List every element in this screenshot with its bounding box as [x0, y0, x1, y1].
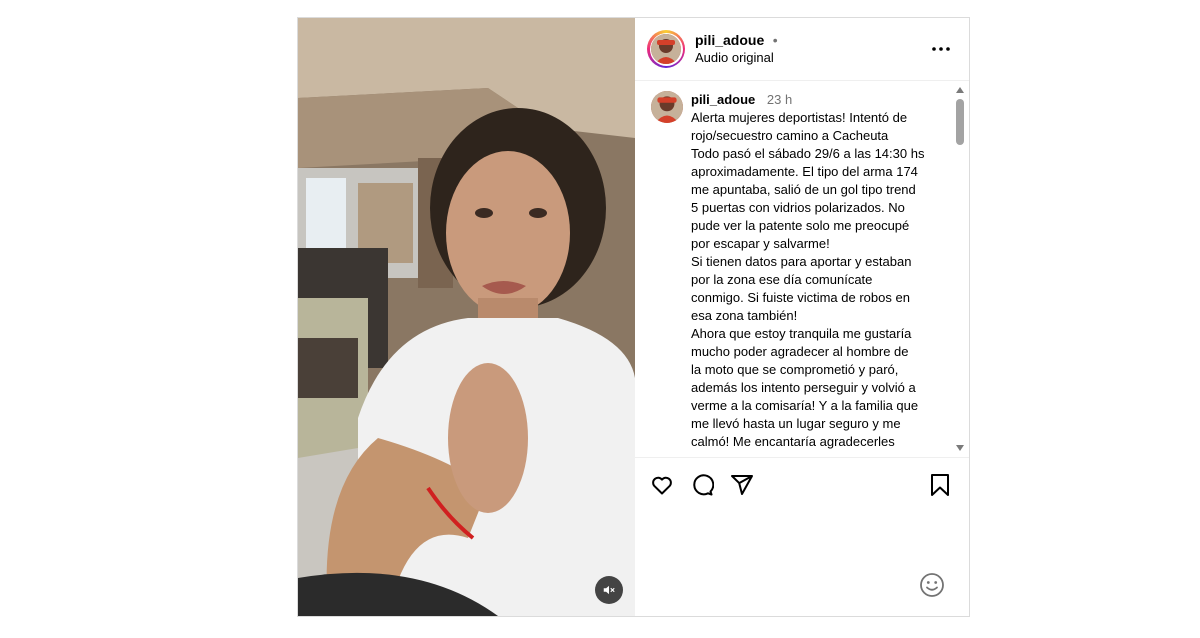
- heart-icon: [652, 476, 672, 494]
- more-icon: [932, 47, 950, 51]
- caption-line: calmó! Me encantaría agradecerles: [691, 434, 895, 449]
- caption-line: rojo/secuestro camino a Cacheuta: [691, 128, 889, 143]
- caption-line: Todo pasó el sábado 29/6 a las 14:30 hs: [691, 146, 925, 161]
- caption-username[interactable]: pili_adoue: [691, 92, 755, 107]
- caption-line: 5 puertas con vidrios polarizados. No: [691, 200, 905, 215]
- header-username[interactable]: pili_adoue: [695, 32, 764, 48]
- video-frame: [298, 18, 635, 616]
- comment-button[interactable]: [689, 472, 715, 498]
- separator-dot: •: [772, 32, 778, 48]
- caption-avatar[interactable]: [651, 91, 683, 123]
- audio-label[interactable]: Audio original: [695, 49, 929, 66]
- comment-composer: [635, 511, 969, 616]
- bookmark-icon: [931, 473, 949, 496]
- caption-line: la moto que se comprometió y paró,: [691, 362, 899, 377]
- caption-line: me llevó hasta un lugar seguro y me: [691, 416, 901, 431]
- emoji-icon: [920, 573, 944, 597]
- post-dialog: pili_adoue • Audio original pili_adoue 2…: [297, 17, 970, 617]
- caption-body: pili_adoue 23 h Alerta mujeres deportist…: [691, 91, 924, 451]
- caption-line: además los intento perseguir y volvió a: [691, 380, 916, 395]
- caption-line: mucho poder agradecer al hombre de: [691, 344, 909, 359]
- header-info: pili_adoue • Audio original: [695, 32, 929, 66]
- emoji-button[interactable]: [919, 572, 945, 598]
- scroll-up-arrow[interactable]: [956, 87, 964, 93]
- caption-line: conmigo. Si fuiste victima de robos en: [691, 290, 910, 305]
- caption-line: me apuntaba, salió de un gol tipo trend: [691, 182, 916, 197]
- muted-speaker-icon: [603, 585, 615, 595]
- more-options-button[interactable]: [929, 37, 953, 61]
- video-player[interactable]: [298, 18, 635, 616]
- caption: pili_adoue 23 h Alerta mujeres deportist…: [651, 91, 943, 451]
- like-button[interactable]: [649, 472, 675, 498]
- scroll-down-arrow[interactable]: [956, 445, 964, 451]
- mute-button[interactable]: [595, 576, 623, 604]
- avatar: [651, 34, 681, 64]
- caption-line: Ahora que estoy tranquila me gustaría: [691, 326, 912, 341]
- comment-icon: [693, 473, 714, 495]
- save-button[interactable]: [927, 472, 953, 498]
- caption-line: por la zona ese día comunícate: [691, 272, 873, 287]
- caption-text: Alerta mujeres deportistas! Intentó de ro…: [691, 109, 924, 451]
- comments-area[interactable]: pili_adoue 23 h Alerta mujeres deportist…: [635, 81, 969, 457]
- post-header: pili_adoue • Audio original: [635, 18, 969, 81]
- story-ring[interactable]: [647, 30, 685, 68]
- caption-line: aproximadamente. El tipo del arma 174: [691, 164, 918, 179]
- share-button[interactable]: [729, 472, 755, 498]
- caption-line: por escapar y salvarme!: [691, 236, 830, 251]
- action-bar: [635, 457, 969, 511]
- caption-line: pude ver la patente solo me preocupé: [691, 218, 910, 233]
- caption-line: Si tienen datos para aportar y estaban: [691, 254, 912, 269]
- caption-time[interactable]: 23 h: [767, 92, 792, 107]
- scroll-thumb[interactable]: [956, 99, 964, 145]
- post-sidebar: pili_adoue • Audio original pili_adoue 2…: [635, 18, 969, 616]
- caption-line: esa zona también!: [691, 308, 798, 323]
- caption-line: Alerta mujeres deportistas! Intentó de: [691, 110, 908, 125]
- comments-scrollbar[interactable]: [953, 83, 967, 455]
- caption-line: verme a la comisaría! Y a la familia que: [691, 398, 919, 413]
- share-icon: [731, 474, 753, 495]
